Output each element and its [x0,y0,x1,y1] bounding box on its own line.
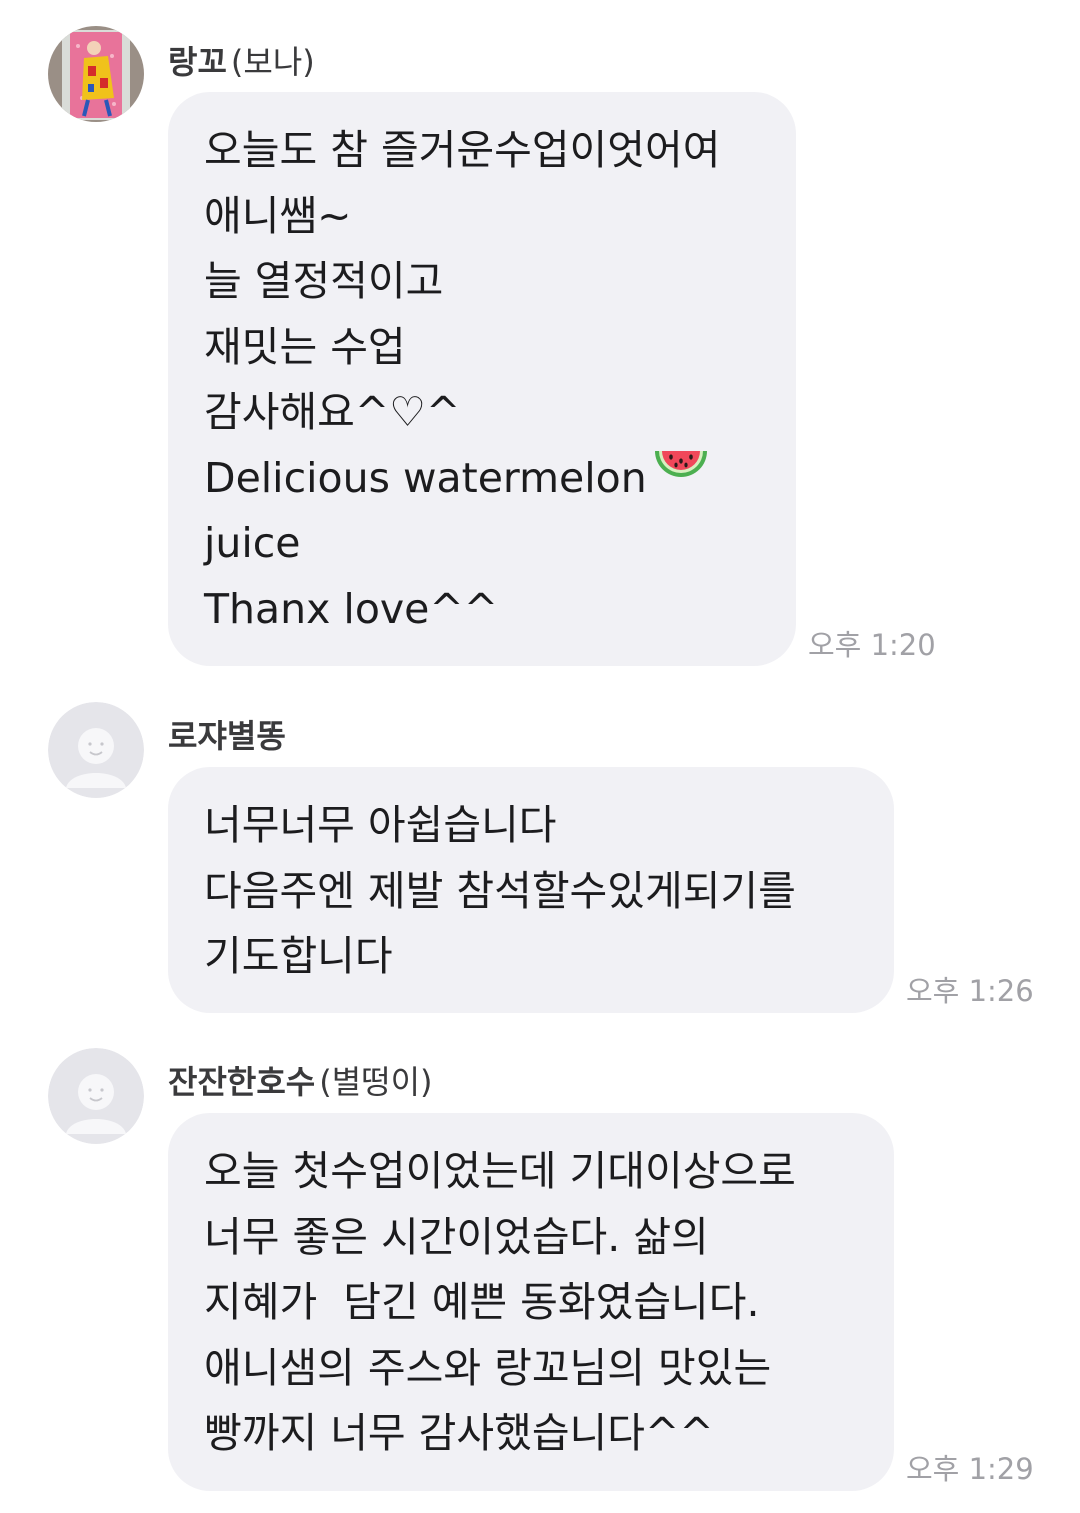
default-profile-icon [48,702,144,798]
sender-name-row: 랑꼬 (보나) [168,42,315,82]
profile-avatar[interactable] [48,1048,144,1144]
message-line: 오늘 첫수업이었는데 기대이상으로 [204,1147,796,1195]
message-line: 감사해요^♡^ [204,388,461,436]
message-line: 재밋는 수업 [204,322,406,371]
message-line: Delicious watermelon [204,453,647,502]
message-line: Thanx love^^ [204,584,499,633]
message-bubble[interactable]: 오늘 첫수업이었는데 기대이상으로 너무 좋은 시간이었습다. 삶의 지혜가 담… [168,1113,894,1491]
message-line: 다음주엔 제발 참석할수있게되기를 [204,866,796,915]
watermelon-icon [653,443,709,509]
message-line: 오늘도 참 즐거운수업이엇어여 [204,126,721,174]
message-line: 지혜가 담긴 예쁜 동화였습니다. [204,1278,760,1326]
sender-name: 잔잔한호수 [168,1063,316,1101]
sender-nickname: (별떵이) [319,1063,433,1101]
message-line: 너무 좋은 시간이었습다. 삶의 [204,1212,709,1261]
message-line: 너무너무 아쉽습니다 [204,801,557,849]
profile-avatar[interactable] [48,26,144,122]
message-line: 애니샘의 주스와 랑꼬님의 맛있는 [204,1343,772,1392]
profile-avatar[interactable] [48,702,144,798]
message-line: 기도합니다 [204,932,393,980]
message-timestamp: 오후 1:29 [906,1452,1034,1486]
message-line: 빵까지 너무 감사했습니다^^ [204,1409,714,1457]
message-line: 늘 열정적이고 [204,257,444,305]
default-profile-icon [48,1048,144,1144]
painting-avatar-icon [48,26,144,122]
message-line: 애니쌤~ [204,191,352,240]
sender-name-row: 잔잔한호수 (별떵이) [168,1062,433,1102]
message-timestamp: 오후 1:26 [906,974,1034,1008]
sender-name-row: 로쟈별똥 [168,716,286,756]
sender-name: 로쟈별똥 [168,717,286,755]
message-bubble[interactable]: 너무너무 아쉽습니다 다음주엔 제발 참석할수있게되기를 기도합니다 [168,767,894,1013]
message-line: juice [204,519,301,567]
sender-name: 랑꼬 [168,43,227,81]
message-timestamp: 오후 1:20 [808,628,936,662]
message-bubble[interactable]: 오늘도 참 즐거운수업이엇어여 애니쌤~ 늘 열정적이고 재밋는 수업 감사해요… [168,92,796,666]
sender-nickname: (보나) [230,43,315,81]
